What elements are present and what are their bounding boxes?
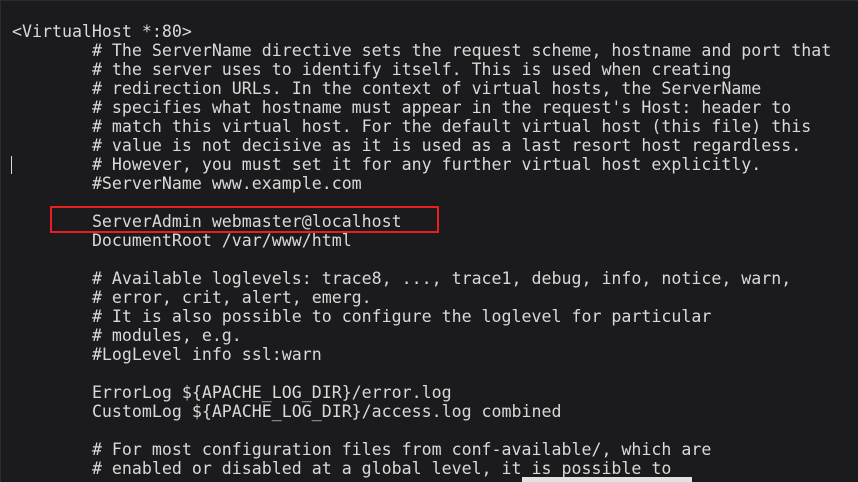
window-border-left	[0, 0, 1, 482]
code-line-comment: # value is not decisive as it is used as…	[12, 136, 802, 155]
terminal-window[interactable]: <VirtualHost *:80> # The ServerName dire…	[0, 0, 858, 482]
window-border-top	[0, 0, 858, 1]
code-line-comment: # The ServerName directive sets the requ…	[12, 41, 832, 60]
code-line-comment: # redirection URLs. In the context of vi…	[12, 79, 762, 98]
code-line-comment: # It is also possible to configure the l…	[12, 307, 712, 326]
text-cursor	[11, 156, 12, 174]
code-line-comment: # the server uses to identify itself. Th…	[12, 60, 732, 79]
code-line-comment: # For most configuration files from conf…	[12, 440, 712, 459]
code-line-documentroot: DocumentRoot /var/www/html	[12, 231, 352, 250]
code-line-comment: # enabled or disabled at a global level,…	[12, 459, 672, 478]
code-line-comment: # However, you must set it for any furth…	[12, 155, 762, 174]
serveradmin-highlight-box	[50, 206, 439, 233]
config-text-area[interactable]: <VirtualHost *:80> # The ServerName dire…	[12, 22, 831, 478]
code-line-comment: # specifies what hostname must appear in…	[12, 98, 792, 117]
code-line-comment: # modules, e.g.	[12, 326, 242, 345]
code-line-loglevel: #LogLevel info ssl:warn	[12, 345, 322, 364]
code-line-servername: #ServerName www.example.com	[12, 174, 362, 193]
code-line-customlog: CustomLog ${APACHE_LOG_DIR}/access.log c…	[12, 402, 562, 421]
code-line-comment: # error, crit, alert, emerg.	[12, 288, 372, 307]
code-line-errorlog: ErrorLog ${APACHE_LOG_DIR}/error.log	[12, 383, 452, 402]
code-line-comment: # match this virtual host. For the defau…	[12, 117, 812, 136]
code-line-comment: # Available loglevels: trace8, ..., trac…	[12, 269, 792, 288]
horizontal-scrollbar-thumb[interactable]	[522, 477, 692, 482]
code-line-virtualhost-open: <VirtualHost *:80>	[12, 22, 192, 41]
